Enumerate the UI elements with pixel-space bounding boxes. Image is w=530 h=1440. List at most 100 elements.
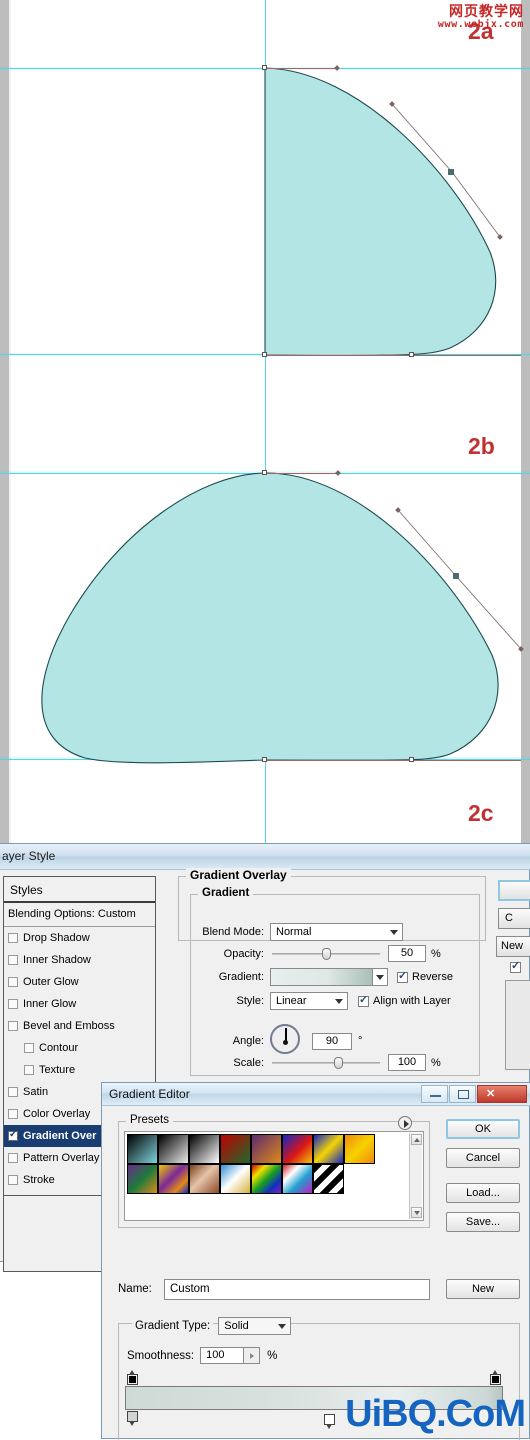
minimize-icon[interactable]	[421, 1085, 448, 1103]
new-style-button[interactable]: New	[496, 936, 530, 957]
preset-swatch[interactable]	[344, 1134, 375, 1164]
checkbox-drop-shadow[interactable]	[8, 933, 18, 943]
name-label: Name:	[118, 1283, 152, 1295]
preset-swatch[interactable]	[220, 1134, 251, 1164]
align-with-layer-checkbox[interactable]: Align with Layer	[358, 994, 451, 1007]
shape-2c-path[interactable]	[41, 472, 499, 764]
preset-swatch[interactable]	[282, 1164, 313, 1194]
checkbox-box[interactable]	[510, 960, 521, 973]
style-label: Contour	[39, 1042, 79, 1054]
scale-row: Scale: 100 %	[198, 1054, 488, 1071]
presets-scrollbar[interactable]	[409, 1133, 422, 1219]
preset-swatch[interactable]	[282, 1134, 313, 1164]
gradient-type-select[interactable]: Solid	[218, 1317, 292, 1335]
close-icon[interactable]	[477, 1085, 527, 1103]
checkbox-stroke[interactable]	[8, 1175, 18, 1185]
preset-swatch[interactable]	[158, 1164, 189, 1194]
angle-input[interactable]: 90	[312, 1032, 352, 1050]
gradient-color-stop-left[interactable]	[127, 1411, 138, 1426]
preset-swatch[interactable]	[158, 1134, 189, 1164]
path-anchor-point[interactable]	[409, 757, 414, 762]
style-row: Style: Linear Align with Layer	[198, 992, 508, 1010]
path-anchor-point-selected[interactable]	[453, 573, 459, 579]
gradient-preview-swatch[interactable]	[271, 969, 373, 985]
blend-mode-select[interactable]: Normal	[270, 923, 403, 941]
preset-swatch[interactable]	[313, 1134, 344, 1164]
preset-swatch[interactable]	[313, 1164, 344, 1194]
style-row-texture[interactable]: Texture	[4, 1059, 155, 1081]
checkbox-texture[interactable]	[24, 1065, 34, 1075]
layer-style-title-text: ayer Style	[2, 849, 56, 863]
smoothness-input[interactable]: 100	[200, 1347, 245, 1364]
preset-swatch-grid[interactable]	[127, 1134, 375, 1194]
checkbox-color-overlay[interactable]	[8, 1109, 18, 1119]
checkbox-box[interactable]	[397, 970, 408, 983]
angle-row: Angle: 90 °	[198, 1024, 448, 1058]
gradient-color-stop-mid[interactable]	[324, 1414, 335, 1429]
scale-unit: %	[431, 1056, 441, 1069]
style-select[interactable]: Linear	[270, 992, 348, 1010]
ok-button[interactable]	[498, 880, 530, 901]
path-anchor-point[interactable]	[262, 470, 267, 475]
checkbox-pattern-overlay[interactable]	[8, 1153, 18, 1163]
gradient-editor-dialog[interactable]: Gradient Editor Presets	[101, 1082, 530, 1440]
preset-swatch[interactable]	[251, 1164, 282, 1194]
scale-slider[interactable]	[272, 1056, 380, 1069]
ok-button[interactable]: OK	[446, 1119, 520, 1139]
preset-swatch[interactable]	[220, 1164, 251, 1194]
preset-swatch[interactable]	[127, 1164, 158, 1194]
style-preview-thumbnail	[505, 980, 530, 1070]
style-label: Satin	[23, 1086, 49, 1098]
style-label: Pattern Overlay	[23, 1152, 100, 1164]
preset-swatch[interactable]	[251, 1134, 282, 1164]
checkbox-outer-glow[interactable]	[8, 977, 18, 987]
gradient-picker[interactable]	[270, 968, 388, 986]
cancel-button[interactable]: Cancel	[446, 1148, 520, 1168]
gradient-opacity-stop-left[interactable]	[127, 1370, 138, 1385]
load-button[interactable]: Load...	[446, 1183, 520, 1203]
checkbox-bevel-and-emboss[interactable]	[8, 1021, 18, 1031]
reverse-checkbox[interactable]: Reverse	[397, 970, 453, 983]
preview-checkbox[interactable]	[510, 960, 525, 973]
opacity-input[interactable]: 50	[388, 945, 426, 962]
smoothness-stepper[interactable]	[244, 1347, 261, 1364]
presets-menu-arrow-icon[interactable]	[398, 1116, 412, 1130]
checkbox-box[interactable]	[358, 994, 369, 1007]
slider-knob[interactable]	[322, 947, 331, 960]
checkbox-gradient-overlay[interactable]	[8, 1129, 18, 1141]
style-row-outer-glow[interactable]: Outer Glow	[4, 971, 155, 993]
new-button[interactable]: New	[446, 1279, 520, 1299]
checkbox-satin[interactable]	[8, 1087, 18, 1097]
style-row-inner-glow[interactable]: Inner Glow	[4, 993, 155, 1015]
scroll-up-icon[interactable]	[411, 1134, 422, 1145]
scroll-down-icon[interactable]	[411, 1207, 422, 1218]
cancel-button[interactable]: C	[498, 908, 530, 929]
chevron-down-icon	[376, 975, 384, 980]
style-row-contour[interactable]: Contour	[4, 1037, 155, 1059]
preset-swatch[interactable]	[189, 1134, 220, 1164]
preset-swatch[interactable]	[127, 1134, 158, 1164]
preset-swatch[interactable]	[189, 1164, 220, 1194]
photoshop-canvas[interactable]: 2a 2b 2c 网页教学网 www.webjx.com	[0, 0, 530, 843]
checkbox-contour[interactable]	[24, 1043, 34, 1053]
blending-options-row[interactable]: Blending Options: Custom	[4, 903, 155, 927]
style-row-bevel-and-emboss[interactable]: Bevel and Emboss	[4, 1015, 155, 1037]
angle-dial[interactable]	[270, 1024, 304, 1058]
checkbox-inner-shadow[interactable]	[8, 955, 18, 965]
scale-input[interactable]: 100	[388, 1054, 426, 1071]
style-row-drop-shadow[interactable]: Drop Shadow	[4, 927, 155, 949]
watermark-top: 网页教学网 www.webjx.com	[438, 5, 524, 30]
presets-list[interactable]	[124, 1131, 424, 1221]
maximize-icon[interactable]	[449, 1085, 476, 1103]
opacity-slider[interactable]	[272, 947, 380, 960]
checkbox-inner-glow[interactable]	[8, 999, 18, 1009]
layer-style-titlebar[interactable]: ayer Style	[0, 844, 530, 870]
path-anchor-point[interactable]	[262, 757, 267, 762]
style-label: Texture	[39, 1064, 76, 1076]
gradient-opacity-stop-right[interactable]	[490, 1370, 501, 1385]
slider-knob[interactable]	[334, 1056, 343, 1069]
styles-panel-header[interactable]: Styles	[4, 877, 155, 903]
style-row-inner-shadow[interactable]: Inner Shadow	[4, 949, 155, 971]
save-button[interactable]: Save...	[446, 1212, 520, 1232]
gradient-name-input[interactable]: Custom	[164, 1279, 430, 1300]
